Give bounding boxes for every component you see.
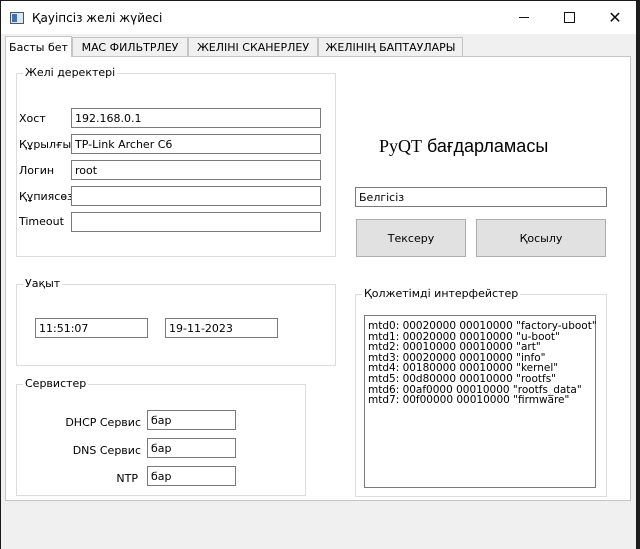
tab-network-scan[interactable]: ЖЕЛІНІ СКАНЕРЛЕУ [188, 37, 318, 56]
tab-mac-filter[interactable]: MAC ФИЛЬТРЛЕУ [72, 37, 188, 56]
dns-field[interactable]: бар [147, 438, 236, 458]
app-heading: PyQT бағдарламасы [379, 136, 548, 157]
app-icon [10, 12, 24, 24]
window-title: Қауіпсіз желі жүйесі [32, 11, 163, 25]
dhcp-label: DHCP Сервис [65, 416, 141, 429]
services-group-title: Сервистер [23, 377, 89, 390]
maximize-button[interactable] [546, 1, 592, 34]
main-window: Қауіпсіз желі жүйесі ✕ Басты бет MAC ФИЛ… [0, 0, 637, 549]
time-group-title: Уақыт [23, 277, 63, 290]
ntp-field[interactable]: бар [147, 466, 236, 486]
interfaces-group-title: Қолжетімді интерфейстер [362, 287, 521, 300]
interfaces-list[interactable]: mtd0: 00020000 00010000 "factory-uboot" … [364, 315, 597, 488]
timeout-field[interactable] [71, 212, 321, 232]
minimize-button[interactable] [501, 1, 547, 34]
tab-network-settings[interactable]: ЖЕЛІНІҢ БАПТАУЛАРЫ [318, 37, 463, 56]
dhcp-field[interactable]: бар [147, 410, 236, 430]
clock-field[interactable]: 11:51:07 [35, 318, 148, 338]
password-label: Құпиясөз [19, 190, 73, 203]
tab-home[interactable]: Басты бет [5, 36, 72, 57]
date-field[interactable]: 19-11-2023 [165, 318, 278, 338]
title-bar: Қауіпсіз желі жүйесі ✕ [1, 1, 636, 34]
timeout-label: Timeout [19, 215, 64, 228]
password-field[interactable] [71, 186, 321, 206]
maximize-icon [563, 12, 575, 23]
host-field[interactable]: 192.168.0.1 [71, 108, 321, 128]
status-field[interactable]: Белгісіз [355, 187, 607, 207]
device-field[interactable]: TP-Link Archer C6 [71, 134, 321, 154]
status-bar [1, 501, 636, 549]
dns-label: DNS Сервис [72, 444, 141, 457]
host-label: Хост [19, 112, 46, 125]
list-item[interactable]: mtd0: 00020000 00010000 "factory-uboot" [368, 321, 597, 332]
ntp-label: NTP [116, 472, 138, 485]
close-button[interactable]: ✕ [592, 1, 638, 34]
close-icon: ✕ [608, 9, 622, 27]
program-label: бағдарламасы [427, 136, 549, 156]
minimize-icon [519, 17, 529, 18]
list-item[interactable]: mtd7: 00f00000 00010000 "firmware" [368, 395, 592, 406]
login-field[interactable]: root [71, 160, 321, 180]
list-item[interactable]: mtd5: 00d80000 00010000 "rootfs" [368, 374, 592, 385]
connect-button[interactable]: Қосылу [476, 219, 606, 257]
device-label: Құрылғы [19, 138, 72, 151]
network-data-group-title: Желі деректері [23, 66, 118, 79]
login-label: Логин [19, 164, 55, 177]
pyqt-label: PyQT [379, 136, 423, 156]
check-button[interactable]: Тексеру [356, 219, 466, 257]
